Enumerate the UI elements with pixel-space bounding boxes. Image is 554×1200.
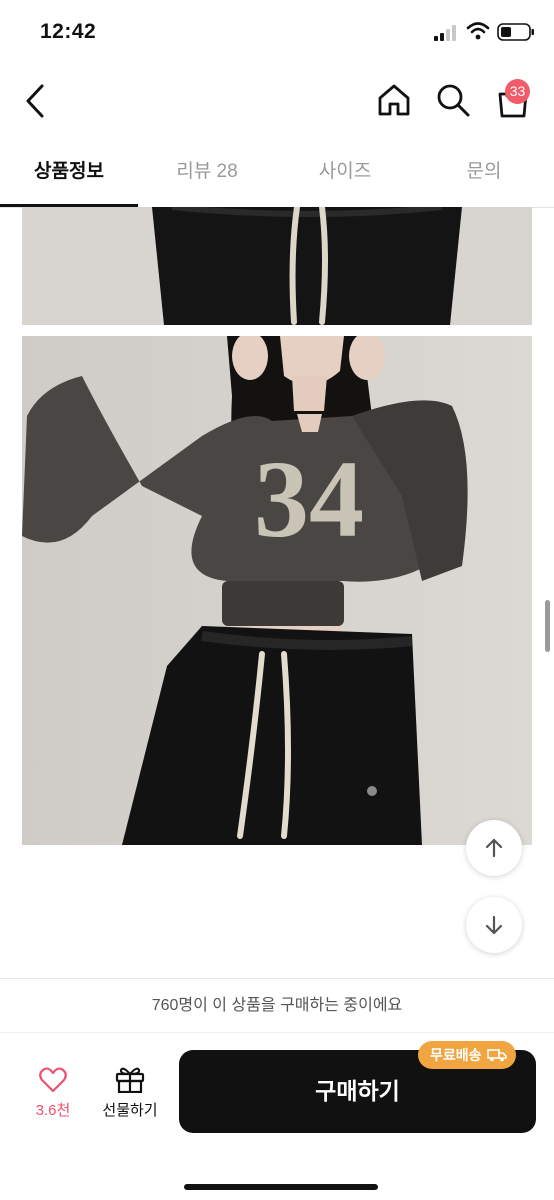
purchase-activity-notice: 760명이 이 상품을 구매하는 중이에요 (0, 978, 554, 1032)
battery-icon (497, 23, 534, 41)
product-photo-main: 34 (22, 336, 532, 845)
gift-label: 선물하기 (102, 1102, 158, 1119)
tab-reviews[interactable]: 리뷰 28 (138, 140, 276, 206)
gift-icon (115, 1067, 145, 1093)
like-count: 3.6천 (35, 1102, 71, 1119)
arrow-up-icon (485, 838, 503, 858)
back-icon[interactable] (20, 80, 54, 122)
tab-inquiry[interactable]: 문의 (414, 140, 554, 206)
search-icon[interactable] (434, 81, 472, 119)
scroll-top-button[interactable] (466, 820, 522, 876)
heart-icon (39, 1067, 67, 1093)
signal-icon (434, 25, 456, 41)
home-indicator (184, 1184, 378, 1190)
product-photo-pants (22, 207, 532, 325)
gift-button[interactable]: 선물하기 (96, 1061, 164, 1129)
truck-icon (486, 1049, 507, 1062)
header: 33 (0, 66, 554, 136)
free-shipping-label: 무료배송 (430, 1047, 482, 1063)
bottom-action-bar: 3.6천 선물하기 구매하기 무료배송 (0, 1032, 554, 1200)
sweatshirt-print-text: 34 (254, 438, 364, 560)
like-button[interactable]: 3.6천 (24, 1061, 82, 1129)
status-bar: 12:42 (0, 0, 554, 62)
scrollbar-thumb[interactable] (545, 600, 550, 652)
wifi-icon (466, 22, 490, 40)
scroll-bottom-button[interactable] (466, 897, 522, 953)
tab-size[interactable]: 사이즈 (276, 140, 414, 206)
status-time: 12:42 (40, 20, 97, 43)
home-icon[interactable] (375, 81, 413, 119)
cart-count-badge: 33 (505, 79, 530, 104)
tab-bar: 상품정보 리뷰 28 사이즈 문의 (0, 140, 554, 208)
tab-product-info[interactable]: 상품정보 (0, 140, 138, 206)
free-shipping-badge: 무료배송 (418, 1041, 516, 1069)
arrow-down-icon (485, 915, 503, 935)
